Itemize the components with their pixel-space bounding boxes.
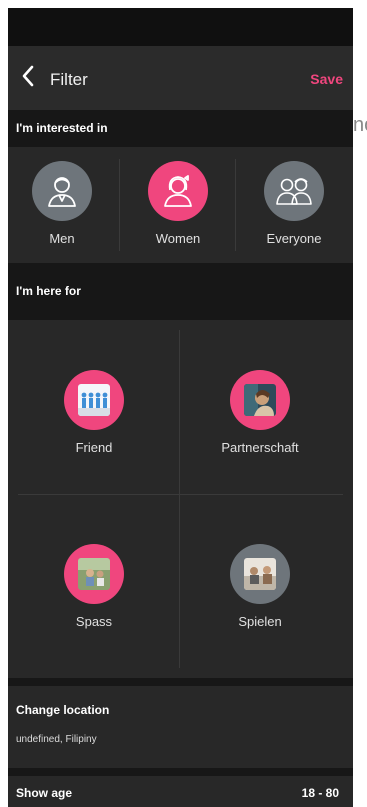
interested-panel: Men Women Everyone [8,147,353,263]
here-for-option-partnerschaft[interactable]: Partnerschaft [210,370,310,455]
divider [179,330,180,668]
woman-icon [148,161,208,221]
here-for-section-header: I'm here for [8,263,353,320]
interest-option-label: Everyone [266,231,322,246]
spacer [8,678,353,686]
here-for-option-spass[interactable]: Spass [44,544,144,629]
here-for-option-label: Partnerschaft [221,440,299,455]
status-bar [8,8,353,46]
interest-option-label: Women [155,231,201,246]
man-icon [32,161,92,221]
divider [235,159,236,251]
here-for-option-label: Friend [75,440,113,455]
age-range-value: 18 - 80 [301,786,339,800]
page-title: Filter [50,70,88,89]
here-for-section-title: I'm here for [16,284,81,298]
games-photo-icon [230,544,290,604]
show-age-title: Show age [16,786,73,800]
fun-photo-icon [64,544,124,604]
interested-section-title: I'm interested in [16,121,108,135]
interested-section-header: I'm interested in [8,110,353,147]
people-icon [264,161,324,221]
back-button[interactable] [14,62,42,94]
change-location-title: Change location [16,703,110,717]
save-button[interactable]: Save [310,71,343,87]
divider [18,494,343,495]
spacer [8,768,353,776]
here-for-option-label: Spielen [238,614,282,629]
divider [119,159,120,251]
location-value: undefined, Filipiny [16,734,97,745]
interest-option-men[interactable]: Men [22,161,102,246]
interest-option-everyone[interactable]: Everyone [254,161,334,246]
show-age-row[interactable]: Show age 18 - 80 [8,776,353,807]
background-text-fragment: no [353,114,367,136]
here-for-panel: Friend Partnerschaft Spass Spielen [8,320,353,678]
chevron-left-icon [21,65,35,92]
here-for-option-spielen[interactable]: Spielen [210,544,310,629]
partnership-photo-icon [230,370,290,430]
interest-option-women[interactable]: Women [138,161,218,246]
filter-screen: Filter Save I'm interested in Men Women … [8,8,353,807]
friend-photo-icon [64,370,124,430]
change-location-row[interactable]: Change location undefined, Filipiny [8,686,353,768]
here-for-option-label: Spass [75,614,113,629]
interest-option-label: Men [49,231,75,246]
here-for-option-friend[interactable]: Friend [44,370,144,455]
header-bar: Filter Save [8,46,353,110]
